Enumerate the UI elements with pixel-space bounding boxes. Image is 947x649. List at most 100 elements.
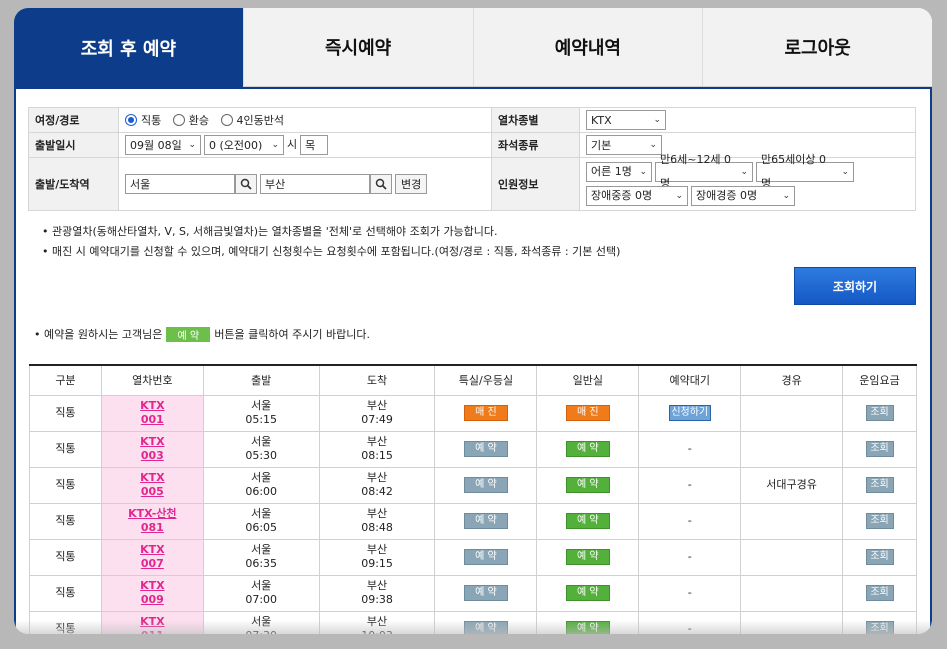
departure-time: 07:00: [245, 593, 278, 606]
departure-cell: 서울 06:00: [202, 466, 320, 504]
departure-search-button[interactable]: [235, 174, 257, 194]
first-class-cell: 매 진: [434, 394, 538, 432]
train-type-cell: KTX ⌄: [578, 107, 917, 133]
seat-type-select[interactable]: 기본 ⌄: [585, 135, 662, 155]
swap-stations-button[interactable]: 변경: [395, 174, 428, 194]
standard-cell: 매 진: [536, 394, 640, 432]
disabled-heavy-select[interactable]: 장애중증 0명 ⌄: [585, 186, 688, 206]
standard-button[interactable]: 매 진: [565, 405, 610, 421]
arrival-input[interactable]: 부산: [260, 174, 370, 194]
first-class-button[interactable]: 매 진: [463, 405, 508, 421]
fare-lookup-button[interactable]: 조회: [865, 549, 894, 565]
fare-lookup-button[interactable]: 조회: [865, 477, 894, 493]
col-standard: 일반실: [536, 365, 640, 396]
first-class-button[interactable]: 예 약: [463, 549, 508, 565]
seat-type-cell: 기본 ⌄: [578, 132, 917, 158]
train-number-link[interactable]: KTX 003: [100, 430, 204, 468]
radio-four-seat-dot[interactable]: [220, 113, 233, 126]
train-name[interactable]: KTX: [140, 435, 165, 448]
departure-input[interactable]: 서울: [125, 174, 235, 194]
route-label: 여정/경로: [28, 107, 119, 133]
disabled-light-select[interactable]: 장애경증 0명 ⌄: [690, 186, 795, 206]
hour-select[interactable]: 0 (오전00) ⌄: [204, 135, 284, 155]
train-name[interactable]: KTX: [140, 471, 165, 484]
train-number-link[interactable]: KTX 007: [100, 538, 204, 576]
tab-logout[interactable]: 로그아웃: [703, 8, 932, 87]
first-class-button[interactable]: 예 약: [463, 477, 508, 493]
waitlist-cell: -: [638, 466, 742, 504]
departure-time: 05:15: [245, 413, 278, 426]
train-type-label: 열차종별: [490, 107, 580, 133]
first-class-button[interactable]: 예 약: [463, 513, 508, 529]
train-name[interactable]: KTX: [140, 543, 165, 556]
train-num[interactable]: 003: [141, 449, 164, 462]
seat-type-value: 기본: [590, 139, 612, 152]
train-number-link[interactable]: KTX-산천 081: [100, 502, 204, 540]
standard-button[interactable]: 예 약: [565, 549, 610, 565]
train-number-link[interactable]: KTX 001: [100, 394, 204, 432]
kind-cell: 직통: [29, 466, 102, 504]
standard-button[interactable]: 예 약: [565, 585, 610, 601]
radio-four-seat[interactable]: 4인동반석: [220, 112, 284, 128]
train-name[interactable]: KTX: [140, 399, 165, 412]
fare-lookup-button[interactable]: 조회: [865, 405, 894, 421]
train-name[interactable]: KTX-산천: [128, 507, 176, 520]
tab-search-reserve[interactable]: 조회 후 예약: [14, 8, 244, 87]
first-class-cell: 예 약: [434, 538, 538, 576]
radio-direct[interactable]: 직통: [125, 112, 161, 128]
first-class-button[interactable]: 예 약: [463, 585, 508, 601]
standard-cell: 예 약: [536, 466, 640, 504]
via-cell: [740, 430, 844, 468]
notice-text: 관광열차(동해산타열차, V, S, 서해금빛열차)는 열차종별을 '전체'로 …: [52, 225, 498, 238]
waitlist-apply-button[interactable]: 신청하기: [668, 405, 711, 421]
chevron-down-icon: ⌄: [782, 191, 790, 201]
fare-lookup-button[interactable]: 조회: [865, 441, 894, 457]
train-num[interactable]: 007: [141, 557, 164, 570]
table-row: 직통 KTX 009 서울 07:00 부산 09:38 예 약예 약 - 조회: [29, 574, 917, 612]
tab-instant-reserve[interactable]: 즉시예약: [243, 8, 474, 87]
fare-cell: 조회: [842, 574, 917, 612]
date-cell: 09월 08일 ⌄ 0 (오전00) ⌄ 시 목: [118, 132, 492, 158]
search-button[interactable]: 조회하기: [794, 267, 916, 305]
child-select[interactable]: 만6세~12세 0명 ⌄: [654, 153, 753, 190]
arrival-search-button[interactable]: [370, 174, 392, 194]
train-number-link[interactable]: KTX 005: [100, 466, 204, 504]
train-num[interactable]: 005: [141, 485, 164, 498]
arrival-station: 부산: [366, 579, 388, 592]
tab-reservation-history[interactable]: 예약내역: [473, 8, 704, 87]
train-num[interactable]: 001: [141, 413, 164, 426]
waitlist-cell: -: [638, 430, 742, 468]
passengers-label: 인원정보: [490, 157, 580, 211]
seat-type-label: 좌석종류: [490, 132, 580, 158]
date-select[interactable]: 09월 08일 ⌄: [125, 135, 201, 155]
standard-button[interactable]: 예 약: [565, 513, 610, 529]
standard-cell: 예 약: [536, 430, 640, 468]
stations-label: 출발/도착역: [28, 157, 119, 211]
train-num[interactable]: 009: [141, 593, 164, 606]
fare-lookup-button[interactable]: 조회: [865, 585, 894, 601]
standard-button[interactable]: 예 약: [565, 477, 610, 493]
senior-select[interactable]: 만65세이상 0명 ⌄: [755, 153, 854, 190]
train-number-link[interactable]: KTX 009: [100, 574, 204, 612]
arrival-time: 08:42: [361, 485, 393, 498]
first-class-button[interactable]: 예 약: [463, 441, 508, 457]
standard-button[interactable]: 예 약: [565, 441, 610, 457]
train-name[interactable]: KTX: [140, 579, 165, 592]
train-type-select[interactable]: KTX ⌄: [585, 110, 666, 130]
chevron-down-icon: ⌄: [639, 167, 647, 177]
fare-cell: 조회: [842, 538, 917, 576]
passengers-cell: 어른 1명 ⌄ 만6세~12세 0명 ⌄ 만65세이상 0명 ⌄ 장애중증 0명 ⌄ 장애경증…: [578, 153, 917, 211]
radio-transfer[interactable]: 환승: [172, 112, 209, 128]
via-cell: 서대구경유: [740, 466, 844, 504]
hour-value: 0 (오전00): [209, 139, 263, 152]
arrival-time: 07:49: [361, 413, 393, 426]
radio-transfer-dot[interactable]: [172, 113, 185, 126]
arrival-cell: 부산 07:49: [318, 394, 436, 432]
radio-direct-dot[interactable]: [125, 113, 137, 126]
fare-lookup-button[interactable]: 조회: [865, 513, 894, 529]
stations-cell: 서울 부산 변경: [118, 157, 492, 211]
departure-cell: 서울 06:35: [202, 538, 320, 576]
train-num[interactable]: 081: [141, 521, 164, 534]
adult-select[interactable]: 어른 1명 ⌄: [585, 162, 652, 182]
results-header-row: 구분 열차번호 출발 도착 특실/우등실 일반실 예약대기 경유 운임요금: [29, 365, 917, 396]
